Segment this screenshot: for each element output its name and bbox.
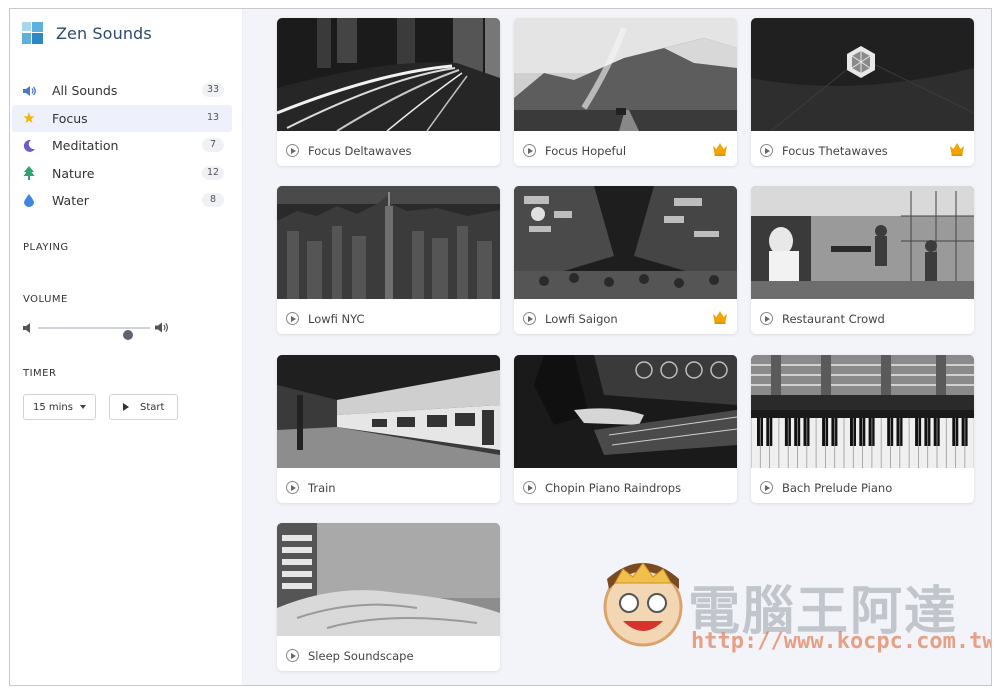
nav-item-meditation[interactable]: Meditation 7	[12, 132, 232, 160]
count-badge: 33	[202, 83, 224, 97]
nav-label: Nature	[52, 165, 95, 181]
play-icon[interactable]	[286, 312, 299, 325]
playing-heading: PLAYING	[23, 242, 69, 253]
sound-title: Focus Hopeful	[545, 144, 627, 158]
sound-title: Focus Deltawaves	[308, 144, 412, 158]
nav-label: All Sounds	[52, 83, 118, 99]
sound-card[interactable]: Lowfi Saigon	[514, 186, 737, 334]
tree-icon	[22, 166, 36, 181]
nav-label: Focus	[52, 110, 88, 126]
sound-title: Sleep Soundscape	[308, 649, 414, 663]
nav-item-all-sounds[interactable]: All Sounds 33	[12, 77, 232, 105]
volume-high-icon	[155, 322, 169, 333]
premium-crown-icon	[713, 311, 727, 324]
sidebar: Zen Sounds All Sounds 33 ★ Focus 13 Medi…	[10, 9, 243, 685]
start-label: Start	[140, 401, 165, 413]
sound-title: Focus Thetawaves	[782, 144, 888, 158]
count-badge: 8	[202, 193, 224, 207]
sound-title: Chopin Piano Raindrops	[545, 481, 682, 495]
play-icon[interactable]	[286, 144, 299, 157]
mountain-road-thumbnail	[514, 18, 737, 131]
caret-down-icon	[80, 405, 86, 409]
app-window: Zen Sounds All Sounds 33 ★ Focus 13 Medi…	[9, 8, 992, 686]
volume-heading: VOLUME	[23, 294, 68, 305]
play-icon[interactable]	[760, 312, 773, 325]
volume-slider-track[interactable]	[38, 327, 150, 340]
play-icon[interactable]	[523, 312, 536, 325]
count-badge: 12	[202, 165, 224, 180]
play-icon[interactable]	[523, 481, 536, 494]
sound-title: Train	[308, 481, 336, 495]
sound-card[interactable]: Focus Thetawaves	[751, 18, 974, 166]
star-icon: ★	[22, 108, 36, 127]
moon-icon	[22, 139, 36, 153]
saigon-street-thumbnail	[514, 186, 737, 299]
sound-card[interactable]: Lowfi NYC	[277, 186, 500, 334]
play-icon[interactable]	[286, 481, 299, 494]
piano-player-thumbnail	[514, 355, 737, 468]
restaurant-thumbnail	[751, 186, 974, 299]
volume-slider-handle[interactable]	[122, 330, 133, 340]
sound-title: Lowfi NYC	[308, 312, 365, 326]
timer-start-button[interactable]: Start	[109, 394, 178, 420]
sound-card[interactable]: Sleep Soundscape	[277, 523, 500, 671]
timer-select[interactable]: 15 mins	[23, 394, 96, 420]
play-icon[interactable]	[523, 144, 536, 157]
sound-title: Bach Prelude Piano	[782, 481, 893, 495]
nav-label: Meditation	[52, 138, 119, 154]
city-night-thumbnail	[277, 18, 500, 131]
nav-item-nature[interactable]: Nature 12	[12, 160, 232, 188]
nav-item-focus[interactable]: ★ Focus 13	[12, 104, 232, 132]
speaker-icon	[22, 84, 36, 98]
play-icon	[123, 403, 129, 411]
timer-select-value: 15 mins	[33, 401, 73, 413]
play-icon[interactable]	[760, 144, 773, 157]
mascot-logo	[603, 562, 683, 647]
category-nav: All Sounds 33 ★ Focus 13 Meditation 7 Na…	[12, 77, 232, 215]
play-icon[interactable]	[760, 481, 773, 494]
sound-title: Lowfi Saigon	[545, 312, 618, 326]
sleep-bed-thumbnail	[277, 523, 500, 636]
zen-logo-icon	[22, 22, 44, 44]
sound-card[interactable]: Bach Prelude Piano	[751, 355, 974, 503]
sound-grid: Focus Deltawaves Focus Hopeful Focus The…	[243, 9, 991, 685]
hexagon-light-thumbnail	[751, 18, 974, 131]
timer-heading: TIMER	[23, 368, 57, 379]
sound-title: Restaurant Crowd	[782, 312, 885, 326]
watermark-url: http://www.kocpc.com.tw	[691, 629, 992, 654]
drop-icon	[22, 194, 36, 208]
train-station-thumbnail	[277, 355, 500, 468]
nav-item-water[interactable]: Water 8	[12, 187, 232, 215]
volume-control	[23, 320, 173, 340]
sound-card[interactable]: Focus Hopeful	[514, 18, 737, 166]
app-title: Zen Sounds	[56, 23, 152, 43]
piano-keys-thumbnail	[751, 355, 974, 468]
sound-card[interactable]: Restaurant Crowd	[751, 186, 974, 334]
volume-low-icon	[23, 323, 30, 333]
nyc-skyline-thumbnail	[277, 186, 500, 299]
play-icon[interactable]	[286, 649, 299, 662]
count-badge: 13	[206, 111, 220, 123]
sound-card[interactable]: Chopin Piano Raindrops	[514, 355, 737, 503]
premium-crown-icon	[713, 143, 727, 156]
brand: Zen Sounds	[22, 22, 152, 44]
count-badge: 7	[202, 138, 224, 152]
sound-card[interactable]: Train	[277, 355, 500, 503]
premium-crown-icon	[950, 143, 964, 156]
sound-card[interactable]: Focus Deltawaves	[277, 18, 500, 166]
nav-label: Water	[52, 193, 89, 209]
